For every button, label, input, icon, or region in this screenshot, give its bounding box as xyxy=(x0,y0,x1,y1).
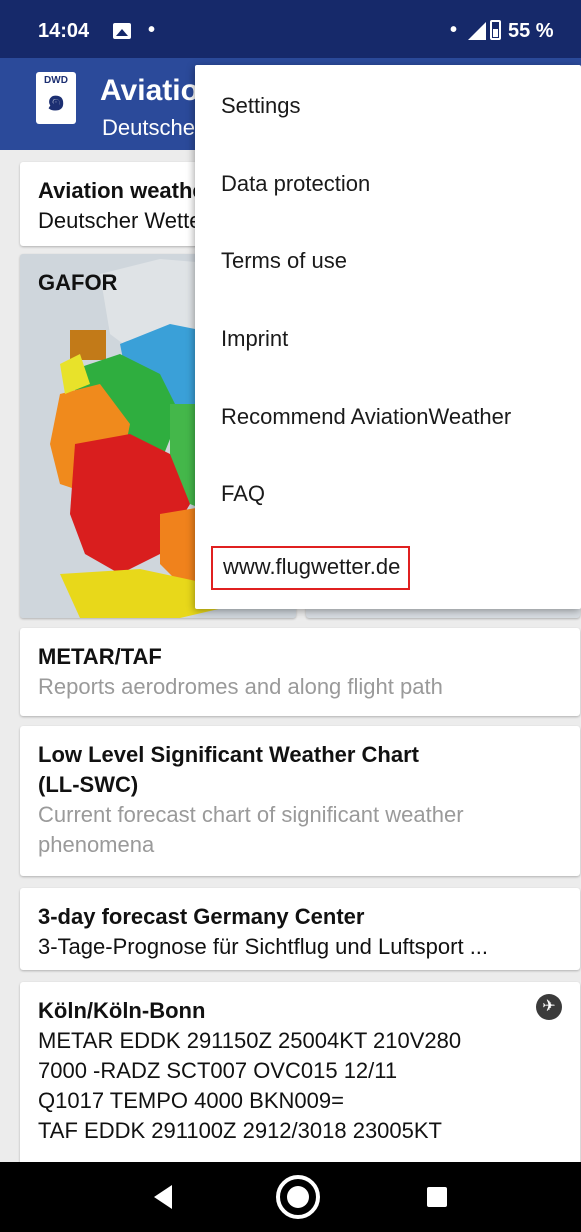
airport-name: Köln/Köln-Bonn xyxy=(38,998,206,1023)
signal-icon xyxy=(468,22,486,40)
home-icon[interactable] xyxy=(276,1175,320,1219)
swirl-icon: ๑ xyxy=(46,84,66,117)
status-bar: 14:04 • • 55 % xyxy=(0,0,581,58)
battery-icon xyxy=(490,20,501,40)
airport-card[interactable]: ✈ Köln/Köln-Bonn METAR EDDK 291150Z 2500… xyxy=(20,982,580,1182)
notification-dot: • xyxy=(148,19,156,41)
airplane-icon[interactable]: ✈ xyxy=(536,994,562,1020)
card-title: Low Level Significant Weather Chart xyxy=(38,742,419,767)
image-icon xyxy=(113,23,131,39)
dwd-logo: DWD ๑ xyxy=(36,72,76,124)
card-title: 3-day forecast Germany Center xyxy=(38,904,365,929)
ll-swc-card[interactable]: Low Level Significant Weather Chart (LL-… xyxy=(20,726,580,876)
gafor-label: GAFOR xyxy=(38,270,118,295)
battery-percent: 55 % xyxy=(508,20,554,42)
menu-item-data-protection[interactable]: Data protection xyxy=(221,171,370,197)
status-time: 14:04 xyxy=(38,20,90,42)
menu-item-website[interactable]: www.flugwetter.de xyxy=(211,546,411,590)
metar-taf-card[interactable]: METAR/TAF Reports aerodromes and along f… xyxy=(20,628,580,716)
card-title: METAR/TAF xyxy=(38,644,162,669)
menu-item-faq[interactable]: FAQ xyxy=(221,481,265,507)
menu-item-imprint[interactable]: Imprint xyxy=(221,326,288,352)
status-dot: • xyxy=(450,19,458,41)
recents-icon[interactable] xyxy=(427,1187,447,1207)
menu-item-settings[interactable]: Settings xyxy=(221,93,301,119)
menu-item-recommend[interactable]: Recommend AviationWeather xyxy=(221,404,511,430)
forecast-card[interactable]: 3-day forecast Germany Center 3-Tage-Pro… xyxy=(20,888,580,970)
card-description-2: phenomena xyxy=(38,832,155,857)
card-subtitle: 3-Tage-Prognose für Sichtflug und Luftsp… xyxy=(38,934,489,959)
card-subtitle: Reports aerodromes and along flight path xyxy=(38,674,443,699)
taf-line: TAF EDDK 291100Z 2912/3018 23005KT xyxy=(38,1118,442,1143)
menu-item-terms-of-use[interactable]: Terms of use xyxy=(221,248,347,274)
metar-line: METAR EDDK 291150Z 25004KT 210V280 xyxy=(38,1028,462,1053)
metar-line: 7000 -RADZ SCT007 OVC015 12/11 xyxy=(38,1058,398,1083)
metar-line: Q1017 TEMPO 4000 BKN009= xyxy=(38,1088,344,1113)
overflow-menu: Settings Data protection Terms of use Im… xyxy=(195,65,581,609)
back-icon[interactable] xyxy=(154,1185,172,1209)
navigation-bar xyxy=(0,1162,581,1232)
card-description: Current forecast chart of significant we… xyxy=(38,802,464,827)
card-title-2: (LL-SWC) xyxy=(38,772,139,797)
